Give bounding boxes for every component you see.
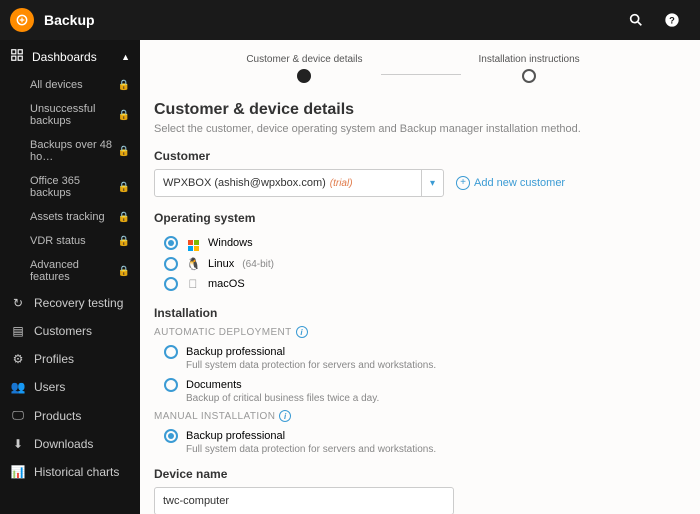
wizard-steps: Customer & device details Installation i… [154, 54, 672, 83]
device-name-block: Device name [154, 467, 672, 514]
radio-checked [164, 236, 178, 250]
recovery-icon: ↻ [10, 296, 26, 310]
lock-icon: 🔒 [118, 80, 130, 91]
install-manual-backup-pro[interactable]: Backup professional [154, 426, 672, 446]
section-title: Customer & device details [154, 101, 672, 119]
info-icon[interactable]: i [279, 410, 291, 422]
customer-block: Customer WPXBOX (ashish@wpxbox.com) (tri… [154, 149, 672, 197]
products-icon: 🖵 [10, 408, 26, 423]
auto-deploy-label: AUTOMATIC DEPLOYMENT i [154, 326, 672, 338]
section-subtitle: Select the customer, device operating sy… [154, 123, 672, 135]
sidebar-sub-assets[interactable]: Assets tracking🔒 [24, 205, 140, 229]
os-macos-option[interactable]:  macOS [154, 274, 672, 294]
install-auto-backup-pro-desc: Full system data protection for servers … [154, 360, 672, 371]
lock-icon: 🔒 [118, 146, 130, 157]
step-connector [381, 74, 461, 75]
manual-install-label: MANUAL INSTALLATION i [154, 410, 672, 422]
radio [164, 277, 178, 291]
lock-icon: 🔒 [118, 266, 130, 277]
installation-title: Installation [154, 306, 672, 320]
sidebar-group-dashboards[interactable]: Dashboards ▲ [0, 40, 140, 73]
device-name-input[interactable] [154, 487, 454, 514]
sidebar-dashboards-subitems: All devices🔒 Unsuccessful backups🔒 Backu… [0, 73, 140, 289]
installation-block: Installation AUTOMATIC DEPLOYMENT i Back… [154, 306, 672, 455]
sidebar-item-profiles[interactable]: ⚙Profiles [0, 345, 140, 373]
search-button[interactable] [618, 0, 654, 40]
sidebar: Dashboards ▲ All devices🔒 Unsuccessful b… [0, 40, 140, 514]
sidebar-item-users[interactable]: 👥Users [0, 373, 140, 401]
add-customer-link[interactable]: + Add new customer [456, 176, 565, 190]
sidebar-item-recovery[interactable]: ↻Recovery testing [0, 289, 140, 317]
sidebar-sub-office365[interactable]: Office 365 backups🔒 [24, 169, 140, 205]
app-title: Backup [44, 12, 95, 28]
sidebar-item-downloads[interactable]: ⬇Downloads [0, 430, 140, 458]
chart-icon: 📊 [10, 465, 26, 479]
chevron-up-icon: ▲ [121, 52, 130, 62]
os-label: Operating system [154, 211, 672, 225]
sidebar-sub-backups48[interactable]: Backups over 48 ho…🔒 [24, 133, 140, 169]
os-windows-option[interactable]: Windows [154, 231, 672, 254]
install-auto-documents-desc: Backup of critical business files twice … [154, 393, 672, 404]
lock-icon: 🔒 [118, 182, 130, 193]
customer-select[interactable]: WPXBOX (ashish@wpxbox.com) (trial) ▾ [154, 169, 444, 197]
step-install-instructions[interactable]: Installation instructions [479, 54, 580, 83]
sidebar-item-customers[interactable]: ▤Customers [0, 317, 140, 345]
topbar: Backup ? [0, 0, 700, 40]
plus-icon: + [456, 176, 470, 190]
os-linux-option[interactable]: 🐧 Linux (64-bit) [154, 254, 672, 274]
install-auto-documents[interactable]: Documents [154, 375, 672, 395]
step-dot [522, 69, 536, 83]
os-block: Operating system Windows 🐧 Linux (64-bit… [154, 211, 672, 294]
radio-checked [164, 429, 178, 443]
chevron-down-icon: ▾ [421, 170, 435, 196]
lock-icon: 🔒 [118, 236, 130, 247]
sidebar-sub-vdr[interactable]: VDR status🔒 [24, 229, 140, 253]
windows-icon [186, 234, 200, 251]
step-customer-details[interactable]: Customer & device details [246, 54, 362, 83]
svg-text:?: ? [669, 15, 675, 25]
lock-icon: 🔒 [118, 212, 130, 223]
install-auto-backup-pro[interactable]: Backup professional [154, 342, 672, 362]
users-icon: 👥 [10, 380, 26, 394]
radio [164, 257, 178, 271]
apple-icon:  [186, 277, 200, 291]
help-button[interactable]: ? [654, 0, 690, 40]
info-icon[interactable]: i [296, 326, 308, 338]
sidebar-item-charts[interactable]: 📊Historical charts [0, 458, 140, 486]
lock-icon: 🔒 [118, 110, 130, 121]
radio [164, 345, 178, 359]
content: Customer & device details Installation i… [140, 40, 700, 514]
radio [164, 378, 178, 392]
main: Customer & device details Installation i… [140, 40, 700, 514]
app-logo [10, 8, 34, 32]
install-manual-backup-pro-desc: Full system data protection for servers … [154, 444, 672, 455]
sidebar-sub-unsuccessful[interactable]: Unsuccessful backups🔒 [24, 97, 140, 133]
layout: Dashboards ▲ All devices🔒 Unsuccessful b… [0, 40, 700, 514]
sidebar-sub-all-devices[interactable]: All devices🔒 [24, 73, 140, 97]
download-icon: ⬇ [10, 437, 26, 451]
step-dot-active [297, 69, 311, 83]
dashboard-icon [10, 48, 24, 65]
customer-label: Customer [154, 149, 672, 163]
profiles-icon: ⚙ [10, 352, 26, 366]
sidebar-item-products[interactable]: 🖵Products [0, 401, 140, 430]
sidebar-sub-advanced[interactable]: Advanced features🔒 [24, 253, 140, 289]
customers-icon: ▤ [10, 324, 26, 338]
linux-icon: 🐧 [186, 257, 200, 271]
device-name-label: Device name [154, 467, 672, 481]
sidebar-group-label: Dashboards [32, 50, 97, 64]
